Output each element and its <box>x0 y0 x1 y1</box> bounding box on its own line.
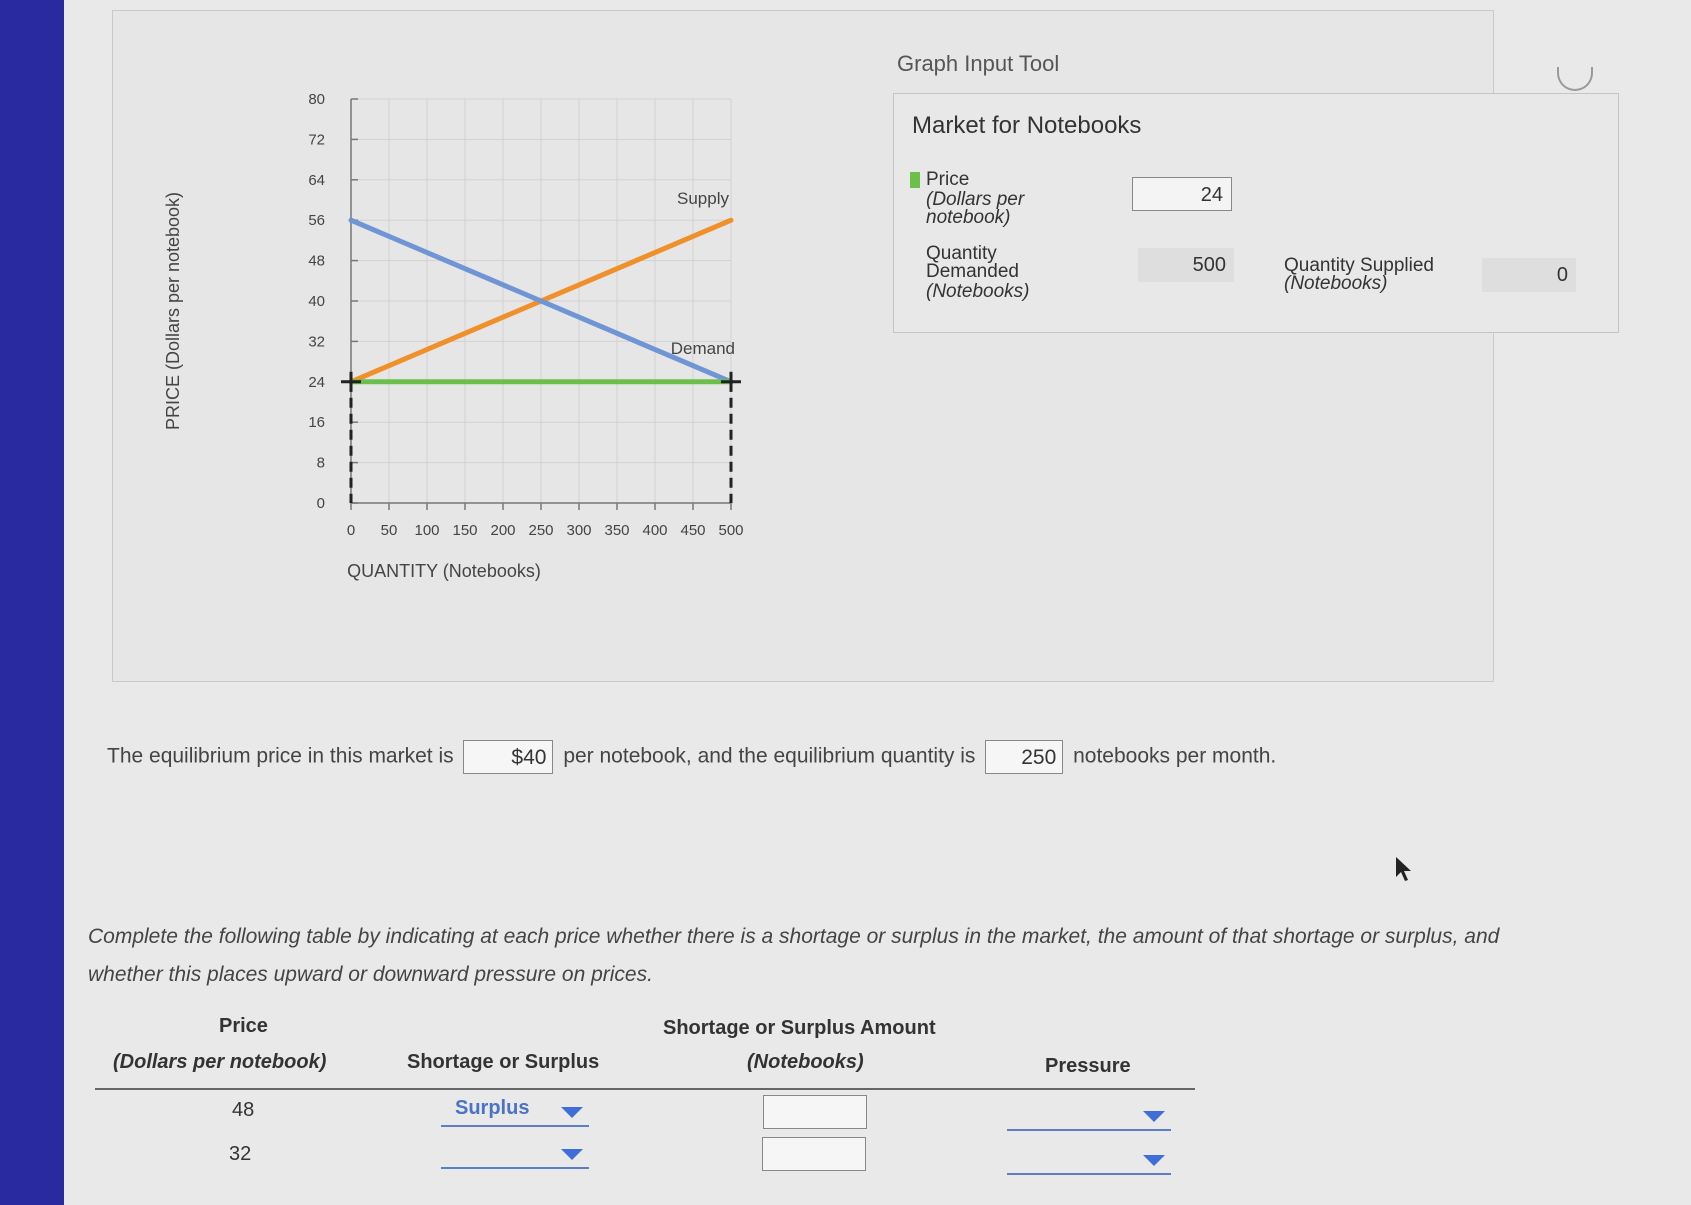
equilibrium-quantity-input[interactable]: 250 <box>985 740 1064 774</box>
quantity-demanded-unit: (Notebooks) <box>926 281 1030 302</box>
chevron-down-icon <box>561 1149 583 1160</box>
chevron-down-icon <box>561 1107 583 1118</box>
y-tick-label: 48 <box>308 253 325 270</box>
col-pressure-header: Pressure <box>1045 1055 1131 1077</box>
y-tick-label: 8 <box>317 455 325 472</box>
price-unit-line-2: notebook) <box>926 207 1011 228</box>
row-1-shortage-surplus-value: Surplus <box>455 1097 530 1119</box>
mouse-cursor-icon <box>1396 857 1411 881</box>
x-tick-label: 200 <box>490 522 515 539</box>
row-2-price: 32 <box>229 1143 252 1165</box>
row-2-shortage-surplus-dropdown[interactable] <box>441 1139 589 1169</box>
x-tick-label: 400 <box>642 522 667 539</box>
price-input[interactable]: 24 <box>1132 177 1232 211</box>
supply-demand-chart[interactable]: 0 50 100 150 200 250 300 350 400 450 500 0 8 16 24 32 40… <box>141 71 781 591</box>
col-price-header: Price <box>219 1015 268 1037</box>
x-axis-label: QUANTITY (Notebooks) <box>347 561 541 581</box>
y-tick-label: 32 <box>308 333 325 350</box>
row-1-price: 48 <box>232 1099 255 1121</box>
x-tick-label: 0 <box>347 522 355 539</box>
y-tick-label: 72 <box>308 131 325 148</box>
instruction-text: Complete the following table by indicati… <box>88 925 1500 986</box>
col-shortage-surplus-header: Shortage or Surplus <box>407 1051 600 1073</box>
row-1-amount-input[interactable] <box>763 1095 867 1129</box>
header-divider <box>95 1088 1195 1090</box>
y-tick-label: 64 <box>308 172 325 189</box>
col-amount-header: Shortage or Surplus Amount <box>663 1017 936 1039</box>
x-tick-label: 150 <box>452 522 477 539</box>
quantity-demanded-value: 500 <box>1138 248 1234 282</box>
shortage-surplus-table: Price (Dollars per notebook) Shortage or… <box>95 1015 1205 1195</box>
x-tick-label: 100 <box>414 522 439 539</box>
market-title: Market for Notebooks <box>912 112 1142 139</box>
x-tick-label: 350 <box>604 522 629 539</box>
equilibrium-text-2: per notebook, and the equilibrium quanti… <box>563 744 976 768</box>
row-2-amount-input[interactable] <box>762 1137 866 1171</box>
row-2-pressure-dropdown[interactable] <box>1007 1145 1171 1175</box>
y-axis-label: PRICE (Dollars per notebook) <box>163 192 183 430</box>
market-box: Market for Notebooks Price (Dollars per … <box>893 93 1619 333</box>
row-1-pressure-dropdown[interactable] <box>1007 1101 1171 1131</box>
y-tick-label: 0 <box>317 495 325 512</box>
equilibrium-price-input[interactable]: $40 <box>463 740 554 774</box>
equilibrium-text-1: The equilibrium price in this market is <box>107 744 454 768</box>
x-tick-label: 450 <box>680 522 705 539</box>
left-sidebar-band <box>0 0 64 1205</box>
quantity-supplied-value: 0 <box>1482 258 1576 292</box>
equilibrium-sentence: The equilibrium price in this market is … <box>107 740 1276 774</box>
equilibrium-text-3: notebooks per month. <box>1073 744 1277 768</box>
quantity-supplied-unit: (Notebooks) <box>1284 273 1388 294</box>
y-tick-label: 56 <box>308 212 325 229</box>
graph-input-panel: 0 50 100 150 200 250 300 350 400 450 500 0 8 16 24 32 40… <box>112 10 1619 682</box>
col-amount-unit-header: (Notebooks) <box>747 1051 864 1073</box>
quantity-demanded-label-2: Demanded <box>926 261 1019 282</box>
x-tick-label: 300 <box>566 522 591 539</box>
tool-header: Graph Input Tool <box>897 51 1060 76</box>
x-tick-label: 500 <box>718 522 743 539</box>
y-tick-label: 40 <box>308 293 325 310</box>
price-label: Price <box>926 169 970 190</box>
row-1-shortage-surplus-dropdown[interactable]: Surplus <box>441 1097 589 1127</box>
chevron-down-icon <box>1143 1111 1165 1122</box>
chevron-down-icon <box>1143 1155 1165 1166</box>
series-supply-label: Supply <box>677 189 729 208</box>
y-tick-label: 24 <box>308 374 325 391</box>
series-demand-label: Demand <box>671 339 735 358</box>
x-tick-label: 250 <box>528 522 553 539</box>
col-price-unit-header: (Dollars per notebook) <box>113 1051 327 1073</box>
price-legend-swatch <box>910 172 920 188</box>
y-tick-label: 16 <box>308 414 325 431</box>
y-tick-label: 80 <box>308 91 325 108</box>
x-tick-label: 50 <box>381 522 398 539</box>
